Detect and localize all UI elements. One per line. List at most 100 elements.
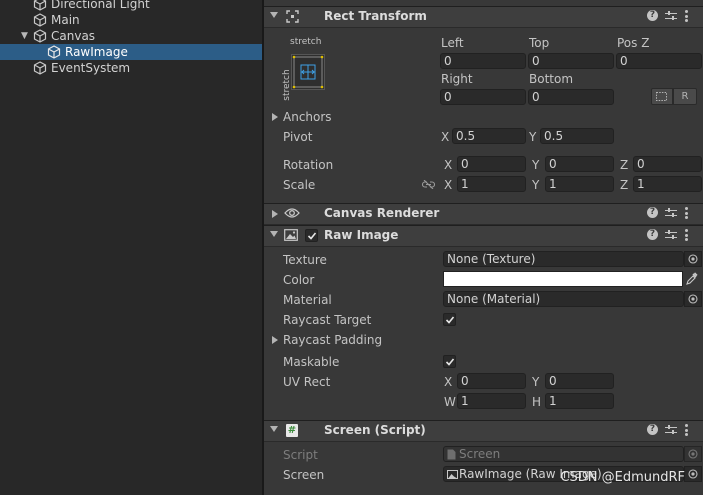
help-icon[interactable]: ? xyxy=(647,229,658,240)
component-title: Rect Transform xyxy=(324,9,427,23)
pivot-y-field[interactable]: 0.5 xyxy=(540,128,614,144)
presets-icon[interactable] xyxy=(665,424,677,436)
hierarchy-item-eventsystem[interactable]: EventSystem xyxy=(0,60,262,76)
object-picker-icon xyxy=(688,449,698,459)
posz-field[interactable]: 0 xyxy=(616,53,702,69)
csharp-script-icon: # xyxy=(286,424,298,437)
presets-icon[interactable] xyxy=(665,10,677,22)
rotation-x-field[interactable]: 0 xyxy=(457,156,526,172)
scale-z-label[interactable]: Z xyxy=(620,177,628,193)
uv-w-label[interactable]: W xyxy=(444,394,456,410)
rotation-x-label[interactable]: X xyxy=(444,157,452,173)
raw-image-header[interactable]: Raw Image ? xyxy=(264,225,703,247)
material-picker-button[interactable] xyxy=(684,291,702,307)
uv-h-field[interactable]: 1 xyxy=(545,393,614,409)
checkmark-icon xyxy=(445,358,455,366)
raw-edit-button[interactable]: R xyxy=(673,88,697,105)
maskable-label: Maskable xyxy=(283,355,340,369)
uv-rect-label: UV Rect xyxy=(283,375,331,389)
hierarchy-item-label: RawImage xyxy=(65,45,128,59)
chevron-down-icon[interactable] xyxy=(270,426,278,432)
uv-y-label[interactable]: Y xyxy=(532,374,539,390)
rotation-z-field[interactable]: 0 xyxy=(633,156,702,172)
screen-picker-button[interactable] xyxy=(684,466,702,482)
texture-field[interactable]: None (Texture) xyxy=(443,251,684,267)
help-icon[interactable]: ? xyxy=(647,207,658,218)
hierarchy-item-label: Directional Light xyxy=(51,0,150,11)
uv-y-field[interactable]: 0 xyxy=(545,373,614,389)
texture-picker-button[interactable] xyxy=(684,251,702,267)
kebab-menu-icon[interactable] xyxy=(685,424,688,436)
image-icon xyxy=(284,229,298,241)
pivot-label: Pivot xyxy=(283,130,313,144)
texture-label: Texture xyxy=(283,253,327,267)
screen-label: Screen xyxy=(283,468,325,482)
hierarchy-item-directional-light[interactable]: Directional Light xyxy=(0,0,262,12)
script-picker-button xyxy=(684,446,702,462)
kebab-menu-icon[interactable] xyxy=(685,229,688,241)
uv-h-label[interactable]: H xyxy=(532,394,541,410)
raycast-padding-foldout[interactable]: Raycast Padding xyxy=(283,332,382,348)
kebab-menu-icon[interactable] xyxy=(685,207,688,219)
gameobject-cube-icon xyxy=(47,45,61,59)
chevron-down-icon[interactable] xyxy=(270,12,278,18)
hierarchy-item-label: Main xyxy=(51,13,80,27)
pivot-y-label[interactable]: Y xyxy=(529,129,536,145)
bottom-field[interactable]: 0 xyxy=(528,89,614,105)
object-picker-icon xyxy=(688,294,698,304)
uv-x-field[interactable]: 0 xyxy=(457,373,526,389)
constrain-proportions-icon[interactable] xyxy=(422,180,435,189)
raycast-target-checkbox[interactable] xyxy=(443,313,456,326)
screen-script-header[interactable]: # Screen (Script) ? xyxy=(264,420,703,442)
script-label: Script xyxy=(283,448,318,462)
scale-z-field[interactable]: 1 xyxy=(633,176,702,192)
kebab-menu-icon[interactable] xyxy=(685,10,688,22)
header-icons: ? xyxy=(647,207,699,221)
top-field[interactable]: 0 xyxy=(528,53,614,69)
presets-icon[interactable] xyxy=(665,207,677,219)
scale-x-label[interactable]: X xyxy=(444,177,452,193)
pivot-x-field[interactable]: 0.5 xyxy=(452,128,526,144)
hierarchy-item-rawimage[interactable]: RawImage xyxy=(0,44,262,60)
raw-image-enabled-checkbox[interactable] xyxy=(305,229,318,242)
scale-x-field[interactable]: 1 xyxy=(457,176,526,192)
hierarchy-item-canvas[interactable]: ▼ Canvas xyxy=(0,28,262,44)
inspector-panel: Rect Transform ? stretch stretch Left To… xyxy=(264,0,703,495)
rotation-label: Rotation xyxy=(283,158,334,172)
chevron-down-icon[interactable] xyxy=(270,231,278,237)
chevron-down-icon[interactable]: ▼ xyxy=(21,28,28,44)
chevron-right-icon[interactable] xyxy=(272,336,278,344)
chevron-right-icon[interactable] xyxy=(272,210,278,218)
left-field[interactable]: 0 xyxy=(440,53,526,69)
presets-icon[interactable] xyxy=(665,229,677,241)
pivot-x-label[interactable]: X xyxy=(441,129,449,145)
rotation-z-label[interactable]: Z xyxy=(620,157,628,173)
raycast-target-label: Raycast Target xyxy=(283,313,372,327)
rotation-y-label[interactable]: Y xyxy=(532,157,539,173)
anchor-preset-button[interactable] xyxy=(291,54,325,90)
chevron-right-icon[interactable] xyxy=(272,113,278,121)
anchors-foldout[interactable]: Anchors xyxy=(283,109,332,125)
maskable-checkbox[interactable] xyxy=(443,355,456,368)
rotation-y-field[interactable]: 0 xyxy=(545,156,614,172)
material-label: Material xyxy=(283,293,332,307)
help-icon[interactable]: ? xyxy=(647,10,658,21)
uv-w-field[interactable]: 1 xyxy=(457,393,526,409)
rect-transform-header[interactable]: Rect Transform ? xyxy=(264,6,703,28)
canvas-renderer-header[interactable]: Canvas Renderer ? xyxy=(264,203,703,225)
bottom-label: Bottom xyxy=(529,72,574,86)
scale-y-field[interactable]: 1 xyxy=(545,176,614,192)
scale-y-label[interactable]: Y xyxy=(532,177,539,193)
right-field[interactable]: 0 xyxy=(440,89,526,105)
color-swatch[interactable] xyxy=(443,271,683,287)
uv-x-label[interactable]: X xyxy=(444,374,452,390)
material-field[interactable]: None (Material) xyxy=(443,291,684,307)
gameobject-cube-icon xyxy=(33,29,47,43)
hierarchy-item-main[interactable]: Main xyxy=(0,12,262,28)
right-label: Right xyxy=(441,72,473,86)
component-title: Screen (Script) xyxy=(324,423,426,437)
eyedropper-icon[interactable] xyxy=(686,272,698,285)
blueprint-mode-button[interactable] xyxy=(651,88,673,105)
component-title: Raw Image xyxy=(324,228,399,242)
help-icon[interactable]: ? xyxy=(647,424,658,435)
